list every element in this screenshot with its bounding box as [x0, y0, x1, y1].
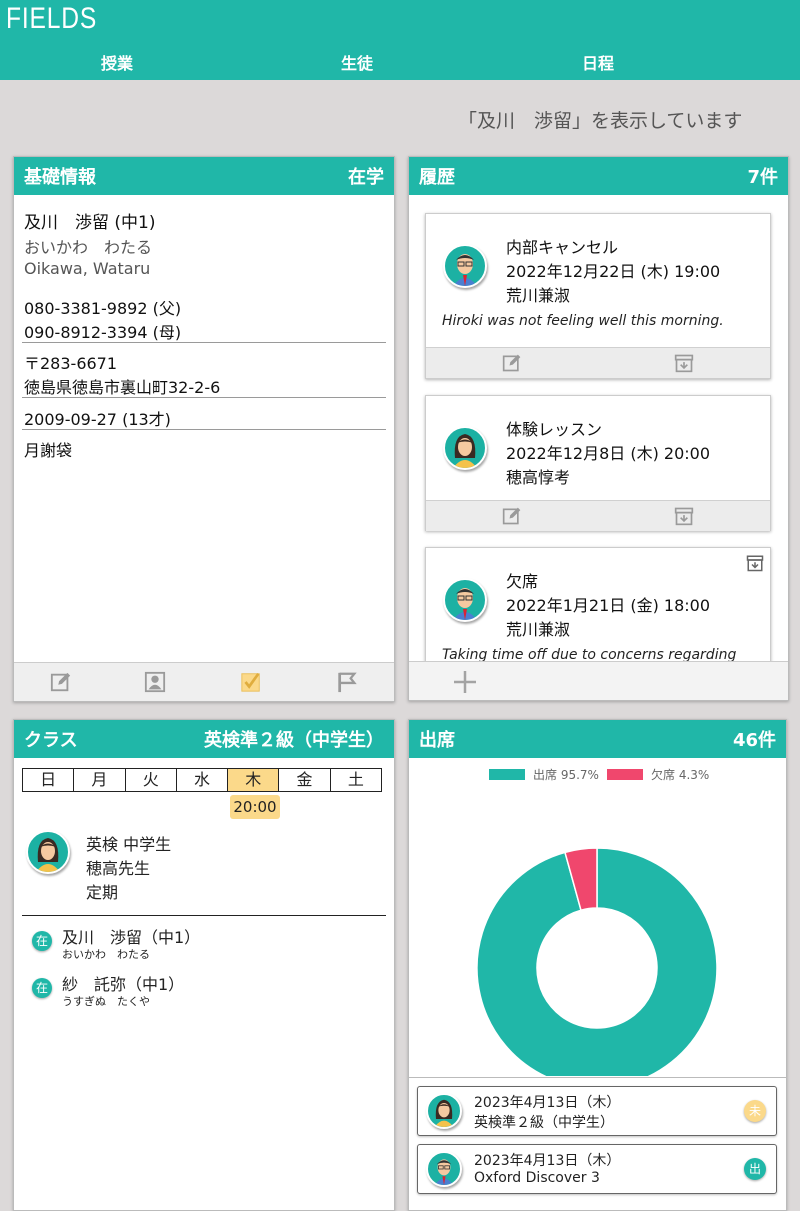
attendance-record[interactable]: 2023年4月13日（木） 英検準２級（中学生） 未: [417, 1086, 777, 1136]
display-notice: 「及川 渉留」を表示しています: [458, 110, 743, 132]
profile-card-icon[interactable]: [144, 671, 166, 693]
history-item[interactable]: 内部キャンセル 2022年12月22日 (木) 19:00 荒川兼淑 Hirok…: [425, 213, 771, 379]
class-student-name[interactable]: 及川 渉留（中1）: [62, 924, 200, 948]
staff-avatar-female: [443, 426, 487, 470]
history-note: Hiroki was not feeling well this morning…: [442, 313, 724, 329]
attendance-count: 46件: [732, 730, 776, 751]
history-title: 履歴: [419, 167, 455, 188]
nav-students[interactable]: 生徒: [341, 50, 373, 74]
history-type: 体験レッスン: [506, 420, 603, 439]
history-datetime: 2022年12月8日 (木) 20:00: [506, 444, 711, 463]
student-kana: おいかわ わたる: [24, 238, 153, 257]
address: 徳島県徳島市裏山町32-2-6: [24, 378, 221, 397]
staff-avatar-male: [443, 244, 487, 288]
divider: [22, 397, 386, 398]
divider: [409, 1077, 786, 1078]
phone-mother[interactable]: 090-8912-3394 (母): [24, 319, 181, 343]
postal-code: 〒283-6671: [24, 354, 118, 373]
enrollment-status: 在学: [348, 167, 384, 188]
class-time: 20:00: [230, 795, 280, 819]
archive-icon[interactable]: [674, 353, 694, 373]
history-datetime: 2022年1月21日 (金) 18:00: [506, 596, 711, 615]
app-logo[interactable]: FIELDS: [6, 2, 97, 36]
class-student-kana: うすぎぬ たくや: [62, 995, 150, 1008]
status-badge[interactable]: 未: [744, 1100, 766, 1122]
history-card: 履歴 7件 内部キャンセル 2022年12月22日 (木) 19:00 荒川兼淑…: [408, 156, 789, 701]
edit-icon[interactable]: [502, 353, 522, 373]
enrolled-badge: 在: [32, 931, 52, 951]
class-frequency: 定期: [86, 883, 119, 902]
attendance-title: 出席: [419, 730, 455, 751]
edit-icon[interactable]: [502, 506, 522, 526]
history-type: 内部キャンセル: [506, 238, 619, 257]
class-card: クラス 英検準２級（中学生） 日 月 火 水 木 金 土 20:00 英検 中学…: [13, 719, 395, 1211]
divider: [22, 429, 386, 430]
weekday-sun: 日: [23, 769, 75, 791]
history-item[interactable]: 体験レッスン 2022年12月8日 (木) 20:00 穂高惇考: [425, 395, 771, 531]
top-app-bar: FIELDS 授業 生徒 日程: [0, 0, 800, 80]
edit-icon[interactable]: [50, 671, 72, 693]
checkbox-icon[interactable]: [240, 671, 262, 693]
record-date: 2023年4月13日（木）: [474, 1095, 621, 1111]
teacher-avatar: [426, 1093, 462, 1129]
divider: [22, 915, 386, 916]
history-actions: [426, 347, 770, 378]
attendance-record[interactable]: 2023年4月13日（木） Oxford Discover 3 出: [417, 1144, 777, 1194]
legend-swatch-0[interactable]: [489, 769, 525, 780]
history-count: 7件: [747, 167, 778, 188]
basic-info-header: 基礎情報 在学: [14, 157, 394, 195]
class-course: 英検準２級（中学生）: [204, 730, 384, 751]
student-name: 及川 渉留 (中1): [24, 213, 156, 233]
record-date: 2023年4月13日（木）: [474, 1153, 621, 1169]
history-type: 欠席: [506, 572, 539, 591]
history-staff: 荒川兼淑: [506, 286, 571, 305]
weekday-wed: 水: [177, 769, 229, 791]
status-badge[interactable]: 出: [744, 1158, 766, 1180]
phone-father[interactable]: 080-3381-9892 (父): [24, 295, 181, 319]
weekday-sat: 土: [347, 770, 364, 789]
attendance-donut-chart: 出席 95.7% 欠席 4.3%: [476, 767, 718, 1076]
class-level: 英検 中学生: [86, 835, 172, 854]
attendance-header: 出席 46件: [409, 720, 786, 758]
archive-icon[interactable]: [674, 506, 694, 526]
basic-info-card: 基礎情報 在学 及川 渉留 (中1) おいかわ わたる Oikawa, Wata…: [13, 156, 395, 702]
class-header: クラス 英検準２級（中学生）: [14, 720, 394, 758]
flag-icon[interactable]: [336, 671, 358, 693]
history-toolbar: [409, 661, 788, 700]
basic-info-toolbar: [14, 662, 394, 701]
class-teacher: 穂高先生: [86, 859, 151, 878]
archive-icon[interactable]: [746, 554, 764, 572]
record-course: Oxford Discover 3: [474, 1170, 600, 1186]
legend-label-1: 欠席 4.3%: [651, 767, 709, 782]
record-course: 英検準２級（中学生）: [474, 1115, 614, 1131]
history-staff: 穂高惇考: [506, 468, 571, 487]
weekday-fri: 金: [279, 769, 331, 791]
enrolled-badge: 在: [32, 978, 52, 998]
history-datetime: 2022年12月22日 (木) 19:00: [506, 262, 721, 281]
class-title: クラス: [24, 730, 78, 751]
teacher-avatar: [26, 830, 70, 874]
staff-avatar-male: [426, 1151, 462, 1187]
weekday-tue: 火: [126, 769, 177, 791]
payment-method: 月謝袋: [24, 441, 73, 460]
history-header: 履歴 7件: [409, 157, 788, 195]
history-staff: 荒川兼淑: [506, 620, 571, 639]
staff-avatar-male: [443, 578, 487, 622]
class-student-kana: おいかわ わたる: [62, 948, 150, 961]
history-actions: [426, 500, 770, 531]
weekday-row: 日 月 火 水 木 金 土: [22, 768, 382, 792]
weekday-thu: 木: [228, 769, 280, 791]
nav-schedule[interactable]: 日程: [582, 50, 614, 74]
student-romaji: Oikawa, Wataru: [24, 259, 151, 278]
basic-info-title: 基礎情報: [24, 167, 96, 188]
legend-swatch-1[interactable]: [607, 769, 643, 780]
nav-lessons[interactable]: 授業: [101, 50, 133, 74]
birth-date: 2009-09-27 (13才): [24, 410, 171, 429]
divider: [22, 342, 386, 343]
attendance-card: 出席 46件 出席 95.7% 欠席 4.3% 2023年4月13日（木） 英検準…: [408, 719, 787, 1211]
add-icon[interactable]: [453, 670, 477, 694]
weekday-mon: 月: [74, 769, 126, 791]
legend-label-0: 出席 95.7%: [533, 767, 599, 782]
class-student-name[interactable]: 紗 託弥（中1）: [62, 971, 184, 995]
